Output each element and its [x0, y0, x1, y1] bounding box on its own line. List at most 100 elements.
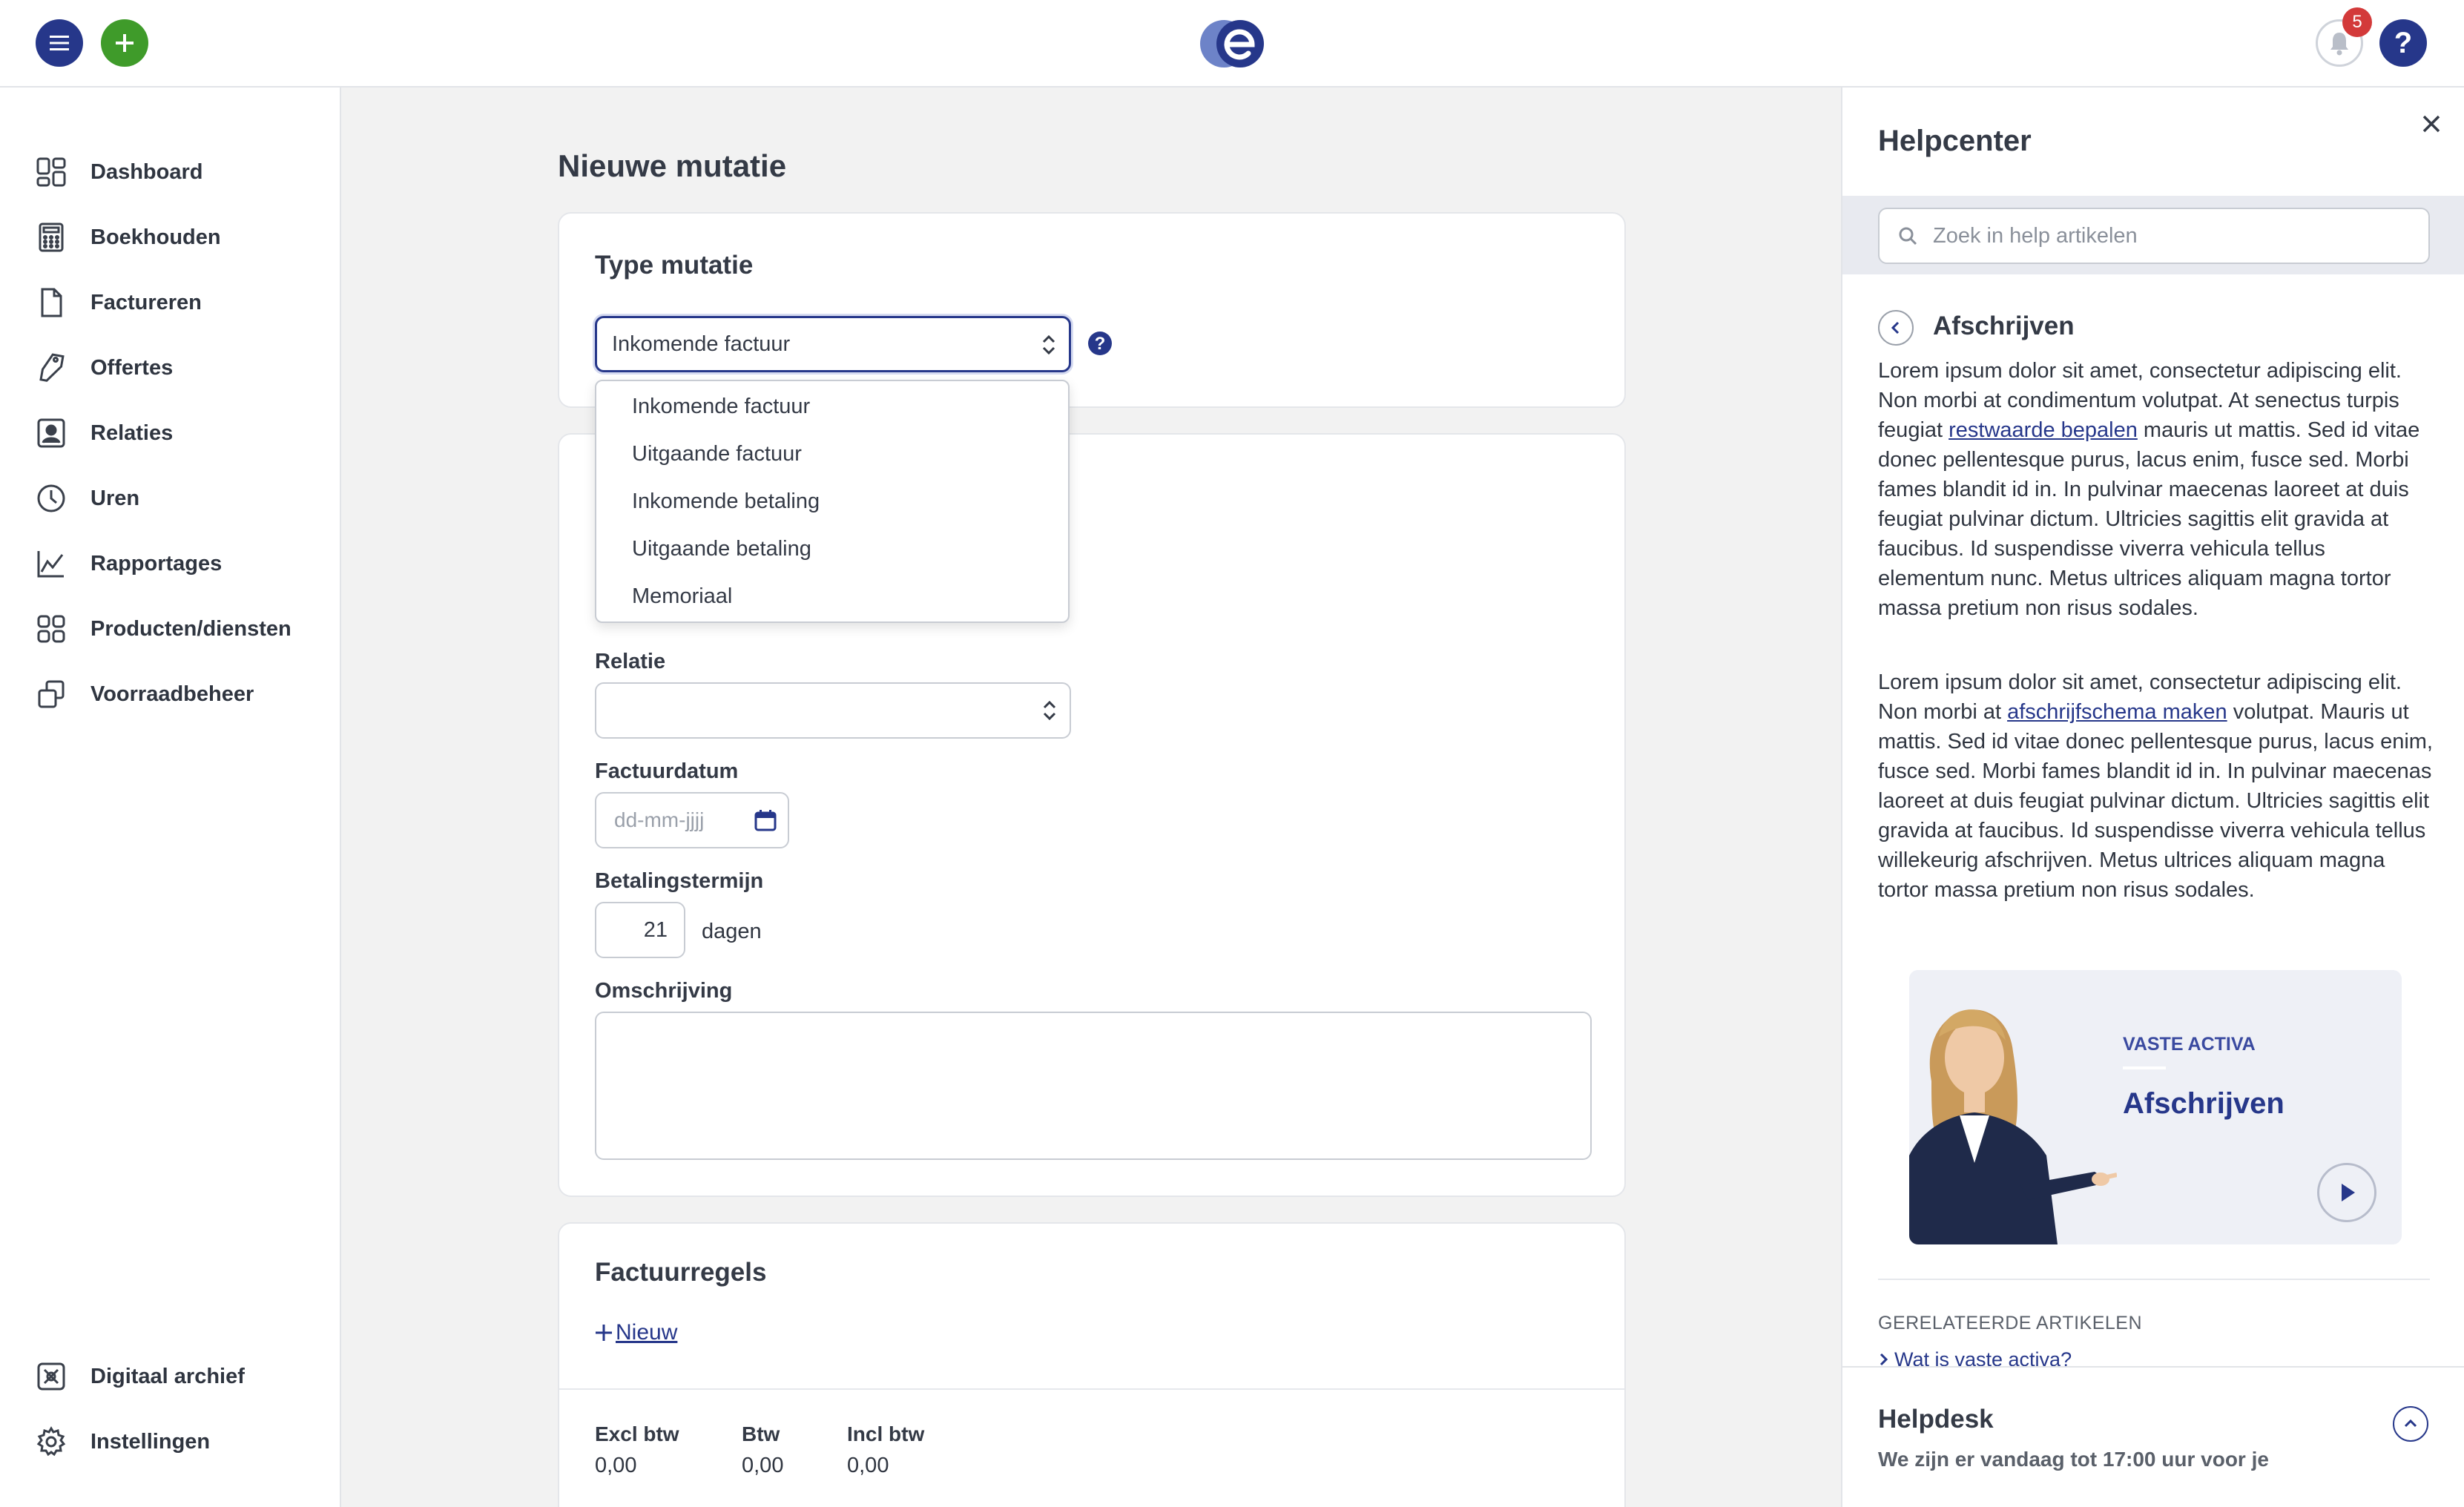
factuurdatum-label: Factuurdatum: [595, 759, 739, 783]
card-title: Factuurregels: [595, 1258, 767, 1287]
play-button[interactable]: [2317, 1163, 2376, 1222]
page-title: Nieuwe mutatie: [558, 148, 787, 183]
play-icon: [2342, 1184, 2355, 1201]
dropdown-option[interactable]: Uitgaande betaling: [632, 537, 811, 561]
type-mutatie-select[interactable]: Inkomende factuur: [595, 316, 1071, 372]
chevron-updown-icon: [1043, 700, 1056, 721]
notification-badge: 5: [2342, 7, 2372, 37]
clock-icon: [34, 481, 68, 515]
plus-icon: [596, 1325, 612, 1341]
helpdesk-toggle-button[interactable]: [2393, 1406, 2428, 1442]
helpdesk-title: Helpdesk: [1878, 1405, 1994, 1434]
type-mutatie-dropdown: Inkomende factuur Uitgaande factuur Inko…: [595, 380, 1070, 623]
sidebar-item-uren[interactable]: Uren: [34, 476, 139, 521]
sidebar-item-label: Offertes: [90, 355, 174, 380]
sidebar: Dashboard Boekhouden Factureren Offertes…: [0, 88, 341, 1507]
main-content: Nieuwe mutatie Type mutatie Inkomende fa…: [341, 88, 1841, 1507]
sidebar-item-instellingen[interactable]: Instellingen: [34, 1419, 210, 1464]
sidebar-item-label: Rapportages: [90, 551, 223, 576]
factuurregels-card: Factuurregels Nieuw Excl btw 0,00 Btw 0,…: [558, 1222, 1626, 1507]
help-circle-icon[interactable]: ?: [1087, 331, 1113, 356]
factuurdatum-input[interactable]: dd-mm-jjjj: [595, 792, 789, 848]
dropdown-option[interactable]: Memoriaal: [632, 584, 732, 609]
video-title: Afschrijven: [2123, 1087, 2285, 1120]
afschrijfschema-link[interactable]: afschrijfschema maken: [2007, 700, 2227, 724]
help-panel: Helpcenter Zoek in help artikelen Afschr…: [1841, 88, 2464, 1507]
gear-icon: [34, 1425, 68, 1459]
sidebar-item-label: Voorraadbeheer: [90, 682, 254, 706]
card-title: Type mutatie: [595, 251, 754, 280]
svg-text:?: ?: [1095, 334, 1106, 354]
hamburger-icon: [50, 36, 69, 50]
sidebar-item-dashboard[interactable]: Dashboard: [34, 150, 202, 194]
chart-icon: [34, 547, 68, 581]
dropdown-option[interactable]: Inkomende factuur: [632, 395, 810, 419]
new-line-link[interactable]: Nieuw: [595, 1320, 677, 1345]
totals-value: 0,00: [595, 1454, 637, 1477]
totals-value: 0,00: [742, 1454, 784, 1477]
related-articles-label: GERELATEERDE ARTIKELEN: [1878, 1313, 2143, 1333]
chevron-up-icon: [2404, 1419, 2417, 1428]
help-button[interactable]: ?: [2379, 19, 2427, 67]
calendar-icon[interactable]: [754, 808, 777, 832]
sidebar-item-voorraadbeheer[interactable]: Voorraadbeheer: [34, 672, 254, 716]
totals-label: Incl btw: [847, 1422, 925, 1445]
back-button[interactable]: [1878, 310, 1914, 346]
stack-icon: [34, 677, 68, 711]
new-line-label: Nieuw: [616, 1320, 678, 1345]
chevron-right-icon: [1880, 1353, 1888, 1366]
video-divider: [2123, 1066, 2166, 1069]
dropdown-option[interactable]: Uitgaande factuur: [632, 442, 802, 466]
calculator-icon: [34, 220, 68, 254]
betalingstermijn-input[interactable]: 21: [595, 902, 685, 958]
totals-label: Excl btw: [595, 1422, 679, 1445]
chevron-updown-icon: [1042, 334, 1055, 355]
sidebar-item-label: Instellingen: [90, 1429, 211, 1454]
presenter-illustration: [1909, 970, 2117, 1244]
sidebar-item-label: Boekhouden: [90, 225, 221, 249]
menu-button[interactable]: [36, 19, 83, 67]
sidebar-item-producten[interactable]: Producten/diensten: [34, 607, 291, 651]
sidebar-item-relaties[interactable]: Relaties: [34, 411, 173, 455]
search-placeholder: Zoek in help artikelen: [1933, 223, 2138, 248]
select-value: Inkomende factuur: [612, 332, 791, 356]
restwaarde-link[interactable]: restwaarde bepalen: [1949, 418, 2138, 442]
archive-icon: [34, 1359, 68, 1394]
helpdesk-hours: We zijn er vandaag tot 17:00 uur voor je: [1878, 1448, 2269, 1471]
sidebar-item-rapportages[interactable]: Rapportages: [34, 541, 222, 586]
video-card[interactable]: VASTE ACTIVA Afschrijven: [1909, 970, 2402, 1244]
type-mutatie-card: Type mutatie Inkomende factuur ?: [558, 212, 1626, 408]
sidebar-item-offertes[interactable]: Offertes: [34, 346, 173, 390]
article-title: Afschrijven: [1933, 311, 2075, 340]
sidebar-item-factureren[interactable]: Factureren: [34, 280, 202, 325]
omschrijving-textarea[interactable]: [595, 1012, 1592, 1160]
sidebar-item-digitaal-archief[interactable]: Digitaal archief: [34, 1354, 245, 1399]
divider: [1878, 1279, 2430, 1280]
add-button[interactable]: [101, 19, 148, 67]
help-search-input[interactable]: Zoek in help artikelen: [1878, 208, 2430, 264]
help-title: Helpcenter: [1878, 125, 2032, 157]
dashboard-icon: [34, 155, 68, 189]
dropdown-option[interactable]: Inkomende betaling: [632, 489, 820, 514]
close-button[interactable]: [2421, 108, 2442, 142]
article-text: mauris ut mattis. Sed id vitae donec pel…: [1878, 418, 2420, 620]
grid-icon: [34, 612, 68, 646]
top-bar: 5 ?: [0, 0, 2464, 88]
plus-icon: [116, 34, 134, 52]
date-placeholder: dd-mm-jjjj: [614, 808, 705, 831]
sidebar-item-label: Digitaal archief: [90, 1364, 245, 1388]
document-icon: [34, 286, 68, 320]
sidebar-item-label: Dashboard: [90, 159, 203, 184]
totals-value: 0,00: [847, 1454, 889, 1477]
relatie-select[interactable]: [595, 682, 1071, 739]
article-text: volutpat. Mauris ut mattis. Sed id vitae…: [1878, 700, 2433, 902]
chevron-left-icon: [1891, 321, 1900, 334]
betalingstermijn-label: Betalingstermijn: [595, 869, 764, 893]
divider: [559, 1388, 1624, 1390]
tag-icon: [34, 351, 68, 385]
search-icon: [1899, 227, 1917, 245]
sidebar-item-boekhouden[interactable]: Boekhouden: [34, 215, 221, 260]
contact-icon: [34, 416, 68, 450]
sidebar-item-label: Factureren: [90, 290, 202, 314]
sidebar-item-label: Relaties: [90, 421, 174, 445]
